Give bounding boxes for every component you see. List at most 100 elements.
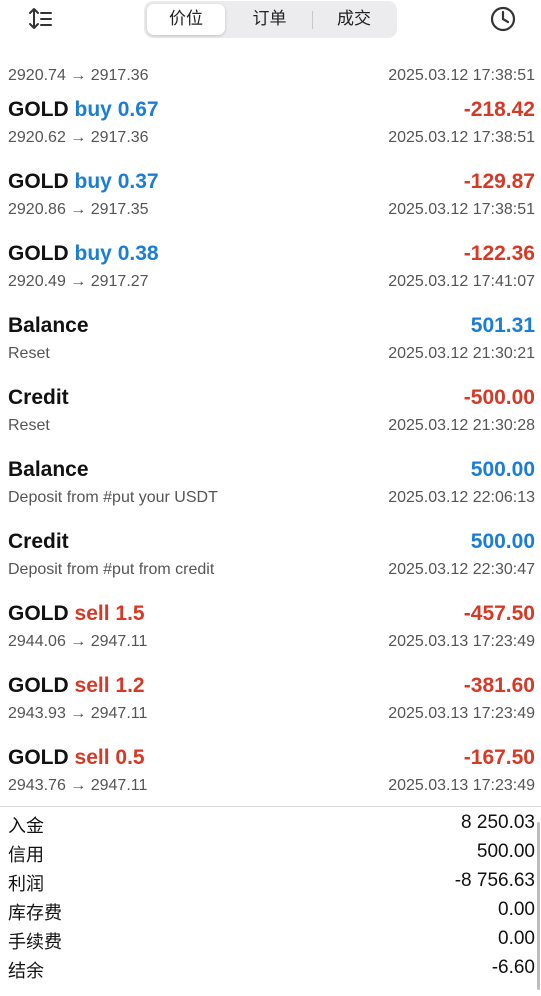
deal-title: GOLD buy 0.38 [8,241,159,267]
deal-symbol: Credit [8,530,69,553]
sort-icon[interactable] [27,6,53,32]
summary-label: 结余 [8,961,44,982]
deal-detail: 2943.93 → 2947.11 [8,705,148,722]
deal-symbol: GOLD [8,242,69,265]
deal-side: sell [74,602,110,625]
tab-price[interactable]: 价位 [147,4,225,35]
deal-symbol: Balance [8,314,89,337]
deal-title: Credit [8,529,69,555]
deal-row[interactable]: GOLD buy 0.67 -218.42 2920.62 → 2917.36 202… [0,97,541,169]
deal-detail: Deposit from #put your USDT [8,489,218,506]
deal-profit: -457.50 [463,602,535,625]
deal-time: 2025.03.12 22:30:47 [388,561,535,578]
deal-time: 2025.03.13 17:23:49 [388,777,535,794]
deal-row[interactable]: GOLD buy 0.37 -129.87 2920.86 → 2917.35 202… [0,169,541,241]
summary-value: 8 250.03 [461,812,535,833]
summary-row: 手续费 0.00 [0,928,541,957]
deal-row[interactable]: GOLD buy 0.38 -122.36 2920.49 → 2917.27 202… [0,241,541,313]
tab-orders[interactable]: 订单 [228,4,311,35]
summary-row: 库存费 0.00 [0,899,541,928]
deal-row[interactable]: Credit 500.00 Deposit from #put from credi… [0,529,541,601]
summary-value: -8 756.63 [454,870,535,891]
summary-value: -6.60 [491,957,535,978]
deal-side: buy [74,170,112,193]
deal-volume: 0.67 [117,98,159,121]
summary-label: 利润 [8,874,44,895]
deal-title: GOLD buy 0.37 [8,169,159,195]
deal-volume: 0.5 [115,746,145,769]
deal-detail: Reset [8,417,50,434]
summary-row: 入金 8 250.03 [0,812,541,841]
deal-symbol: GOLD [8,602,69,625]
summary-row: 信用 500.00 [0,841,541,870]
deal-volume: 1.2 [115,674,145,697]
deal-profit: -167.50 [463,746,535,769]
deal-side: sell [74,746,110,769]
scrollbar[interactable] [537,822,540,990]
deal-volume: 1.5 [115,602,145,625]
deal-time: 2025.03.13 17:23:49 [388,633,535,650]
deal-time: 2025.03.12 17:38:51 [388,129,535,146]
summary-value: 0.00 [498,899,535,920]
deal-title: GOLD sell 1.2 [8,673,145,699]
deal-profit: -218.42 [463,98,535,121]
deal-detail: 2943.76 → 2947.11 [8,777,148,794]
deal-profit: 500.00 [470,458,535,481]
deal-time: 2025.03.12 22:06:13 [388,489,535,506]
deal-detail: Reset [8,345,50,362]
deal-time: 2025.03.12 17:38:51 [388,201,535,218]
deal-symbol: GOLD [8,674,69,697]
summary-divider [0,806,541,807]
deal-profit: -500.00 [463,386,535,409]
deal-title: Balance [8,457,89,483]
summary-label: 入金 [8,816,44,837]
deal-symbol: Credit [8,386,69,409]
summary-label: 信用 [8,845,44,866]
deal-title: GOLD sell 1.5 [8,601,145,627]
deal-time: 2025.03.13 17:23:49 [388,705,535,722]
deal-volume: 0.37 [117,170,159,193]
summary-row: 利润 -8 756.63 [0,870,541,899]
deal-title: GOLD sell 0.5 [8,745,145,771]
deal-profit: -122.36 [463,242,535,265]
toolbar: 价位 订单 成交 [0,0,541,40]
summary-label: 手续费 [8,932,62,953]
summary-label: 库存费 [8,903,62,924]
deal-detail: Deposit from #put from credit [8,561,215,578]
deal-time: 2025.03.12 21:30:21 [388,345,535,362]
deal-detail: 2920.49 → 2917.27 [8,273,149,290]
tab-deals[interactable]: 成交 [313,4,395,35]
deal-row[interactable]: Balance 500.00 Deposit from #put your USDT… [0,457,541,529]
clock-icon[interactable] [489,5,517,33]
deal-profit: 501.31 [470,314,535,337]
deal-volume: 0.38 [117,242,159,265]
summary-row: 结余 -6.60 [0,957,541,986]
deal-detail: 2920.74 → 2917.36 [8,67,149,84]
deal-row[interactable]: GOLD sell 1.2 -381.60 2943.93 → 2947.11 202… [0,673,541,745]
deal-time: 2025.03.12 21:30:28 [388,417,535,434]
deal-row[interactable]: GOLD sell 1.5 -457.50 2944.06 → 2947.11 202… [0,601,541,673]
deal-title: Balance [8,313,89,339]
deal-side: buy [74,242,112,265]
deal-symbol: GOLD [8,98,69,121]
deal-profit: -129.87 [463,170,535,193]
deal-symbol: GOLD [8,170,69,193]
deal-side: buy [74,98,112,121]
deal-symbol: GOLD [8,746,69,769]
summary-value: 0.00 [498,928,535,949]
deal-time: 2025.03.12 17:38:51 [388,67,535,84]
deal-detail: 2944.06 → 2947.11 [8,633,148,650]
deal-side: sell [74,674,110,697]
deal-time: 2025.03.12 17:41:07 [388,273,535,290]
tab-switcher: 价位 订单 成交 [144,1,397,38]
deal-title: Credit [8,385,69,411]
deal-row[interactable]: Credit -500.00 Reset 2025.03.12 21:30:28 [0,385,541,457]
deal-detail: 2920.62 → 2917.36 [8,129,149,146]
deal-row[interactable]: Balance 501.31 Reset 2025.03.12 21:30:21 [0,313,541,385]
summary-value: 500.00 [476,841,535,862]
deal-detail: 2920.86 → 2917.35 [8,201,149,218]
deal-profit: -381.60 [463,674,535,697]
deal-profit: 500.00 [470,530,535,553]
deal-symbol: Balance [8,458,89,481]
deal-title: GOLD buy 0.67 [8,97,159,123]
